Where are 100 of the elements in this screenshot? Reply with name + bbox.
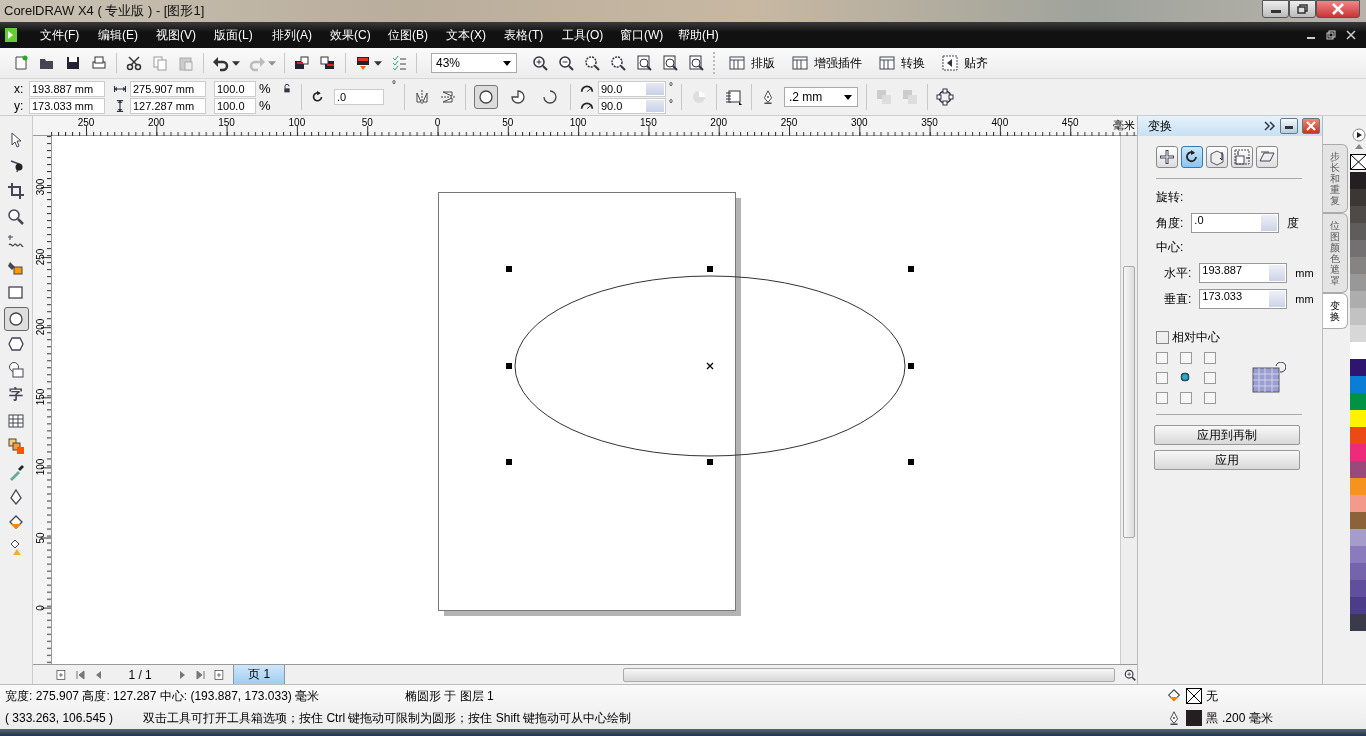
color-swatch[interactable] [1350,206,1366,223]
import-icon[interactable] [293,54,311,72]
vertical-scrollbar[interactable] [1120,136,1137,664]
selection-handle[interactable] [707,459,713,465]
color-swatch[interactable] [1350,376,1366,393]
anchor-checkbox[interactable] [1156,372,1168,384]
anchor-checkbox[interactable] [1180,352,1192,364]
height-field[interactable]: 127.287 mm [130,97,206,114]
selection-handle[interactable] [908,459,914,465]
menu-item[interactable]: 排列(A) [264,26,322,44]
add-page-icon[interactable] [213,668,226,681]
page-tab[interactable]: 页 1 [233,664,286,685]
ellipse-button[interactable] [474,85,498,109]
docker-tab[interactable]: 变换 [1323,293,1348,329]
anchor-radio[interactable] [1180,372,1190,382]
anchor-checkbox[interactable] [1156,352,1168,364]
toolbar-button[interactable]: 排版 [724,54,779,72]
new-document-icon[interactable] [12,54,30,72]
last-page-icon[interactable] [195,669,206,680]
first-page-icon[interactable] [74,669,85,680]
color-swatch[interactable] [1350,393,1366,410]
close-button[interactable] [1302,118,1320,134]
checklist-icon[interactable] [390,54,408,72]
horizontal-scrollbar[interactable] [623,667,1116,682]
color-swatch[interactable] [1350,291,1366,308]
anchor-checkbox[interactable] [1204,392,1216,404]
zoom-out-icon[interactable] [557,54,575,72]
caret-icon[interactable] [232,60,240,66]
save-icon[interactable] [64,54,82,72]
mirror-icon[interactable] [439,88,457,106]
color-swatch[interactable] [1350,614,1366,631]
angle-field[interactable]: .0 [1191,213,1280,233]
selection-handle[interactable] [908,266,914,272]
menu-item[interactable]: 帮助(H) [670,26,728,44]
export-icon[interactable] [319,54,337,72]
color-swatch[interactable] [1350,563,1366,580]
magnifier-icon[interactable] [661,54,679,72]
expand-icon[interactable] [1264,121,1276,131]
color-swatch[interactable] [1350,461,1366,478]
toolbar-button[interactable]: 增强插件 [787,54,866,72]
color-swatch[interactable] [1350,444,1366,461]
play-icon[interactable] [1351,128,1366,142]
color-swatch[interactable] [1350,172,1366,189]
color-swatch[interactable] [1350,512,1366,529]
width-field[interactable]: 275.907 mm [130,80,206,97]
selection-handle[interactable] [506,459,512,465]
selection-handle[interactable] [506,363,512,369]
magnifier-icon[interactable] [583,54,601,72]
zoom-icon[interactable] [1123,667,1138,682]
color-swatch[interactable] [1350,478,1366,495]
anchor-checkbox[interactable] [1204,372,1216,384]
color-swatch[interactable] [1350,359,1366,376]
zoom-dropdown[interactable]: 43% [431,53,517,73]
vertical-field[interactable]: 173.033 [1199,289,1288,309]
x-field[interactable]: 193.887 mm [29,80,105,97]
docker-tab[interactable]: 步长和重复 [1323,144,1348,213]
y-field[interactable]: 173.033 mm [29,97,105,114]
scale-field[interactable]: 100.0 [214,80,256,97]
color-swatch[interactable] [1350,223,1366,240]
start-angle-field[interactable]: 90.0 [598,80,666,97]
scale-field[interactable]: 100.0 [214,97,256,114]
relative-center-checkbox[interactable]: 相对中心 [1156,329,1314,346]
color-swatch[interactable] [1350,580,1366,597]
color-swatch[interactable] [1350,189,1366,206]
add-page-icon[interactable] [55,668,67,681]
close-icon[interactable] [1346,30,1356,40]
menu-item[interactable]: 编辑(E) [90,26,148,44]
selection-handle[interactable] [707,266,713,272]
tool-button[interactable] [3,306,29,331]
anchor-checkbox[interactable] [1180,392,1192,404]
color-swatch[interactable] [1350,529,1366,546]
toolbar-button[interactable]: 贴齐 [937,54,992,72]
horizontal-field[interactable]: 193.887 [1199,263,1288,283]
no-color-swatch[interactable] [1350,154,1366,170]
caret-icon[interactable] [374,60,382,66]
anchor-checkbox[interactable] [1156,392,1168,404]
color-swatch[interactable] [1350,597,1366,614]
color-swatch[interactable] [1350,410,1366,427]
cut-icon[interactable] [125,54,143,72]
mode-button[interactable] [1231,146,1253,168]
minimize-button[interactable] [1262,0,1289,18]
tool-button[interactable]: 字 [3,383,29,408]
color-swatch[interactable] [1350,257,1366,274]
apply-button[interactable]: 应用 [1154,450,1300,470]
rotation-field[interactable]: .0 [334,89,384,105]
close-button[interactable] [1316,0,1360,18]
color-swatch[interactable] [1350,546,1366,563]
magnifier-icon[interactable] [687,54,705,72]
apply-button[interactable]: 应用到再制 [1154,425,1300,445]
selection-handle[interactable] [506,266,512,272]
menu-item[interactable]: 文本(X) [438,26,496,44]
magnifier-icon[interactable] [635,54,653,72]
color-swatch[interactable] [1350,274,1366,291]
magnifier-icon[interactable] [609,54,627,72]
launcher-icon[interactable] [354,54,372,72]
color-swatch[interactable] [1350,495,1366,512]
mode-button[interactable] [1181,146,1203,168]
text-wrap-icon[interactable] [725,88,743,106]
print-icon[interactable] [90,54,108,72]
menu-item[interactable]: 效果(C) [322,26,380,44]
